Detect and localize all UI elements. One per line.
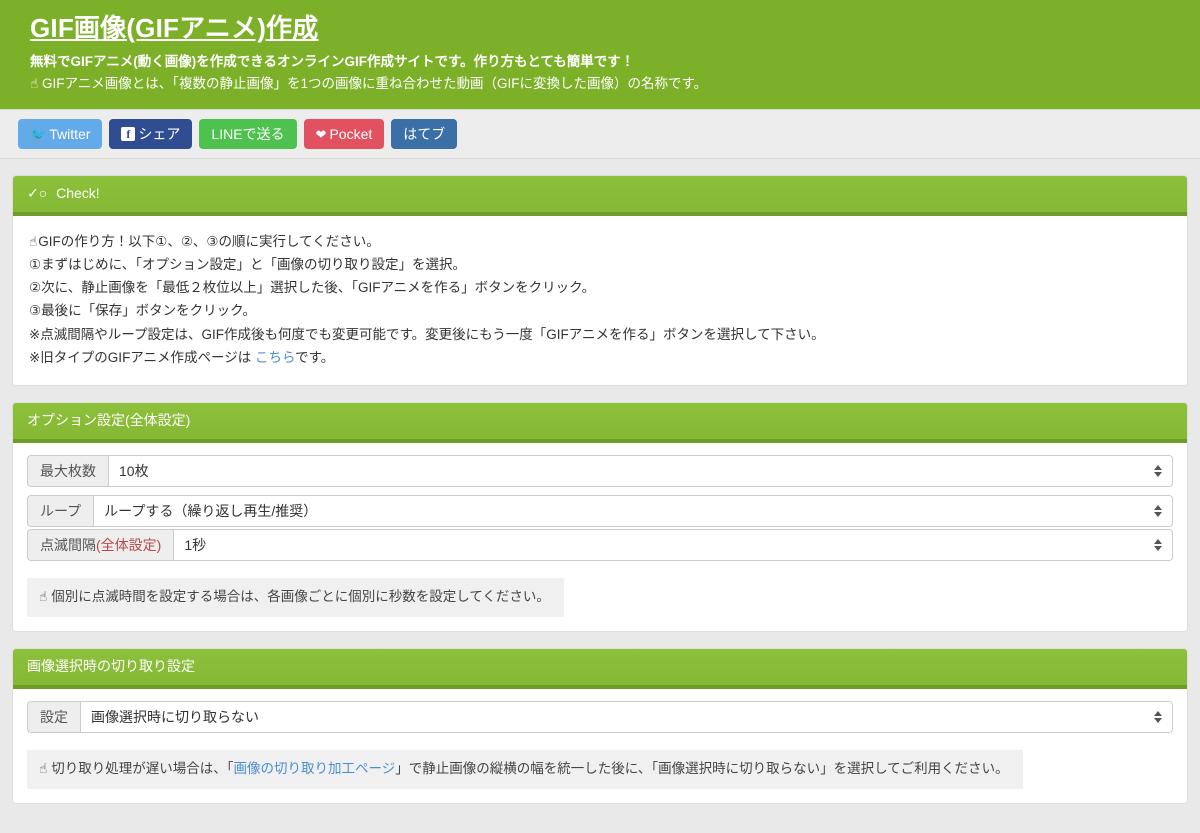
- hand-point-icon: ☝: [29, 233, 38, 249]
- share-button-hatena[interactable]: はてブ: [391, 119, 458, 150]
- site-description: 無料でGIFアニメ(動く画像)を作成できるオンラインGIF作成サイトです。作り方…: [30, 51, 1170, 96]
- site-description-line2-text: GIFアニメ画像とは、「複数の静止画像」を1つの画像に重ね合わせた動画（GIFに…: [42, 75, 708, 91]
- option-settings-title: オプション設定(全体設定): [27, 412, 191, 429]
- blink-interval-value: 1秒: [184, 536, 207, 553]
- twitter-bird-icon: 🐦: [30, 126, 47, 142]
- check-circle-icon: ✓○: [27, 185, 48, 202]
- check-panel: ✓○ Check! ☝GIFの作り方！以下①、②、③の順に実行してください。 ①…: [12, 175, 1188, 387]
- share-button-facebook-label: シェア: [138, 126, 181, 143]
- field-blink-interval: 点滅間隔 (全体設定) 1秒: [27, 528, 1173, 561]
- loop-value: ループする（繰り返し再生/推奨）: [104, 502, 318, 519]
- option-settings-body: 最大枚数 10枚 ループ ループする（繰り返し再生/推奨） 点滅間隔 (全体設定)…: [13, 442, 1187, 632]
- field-blink-interval-label-note: (全体設定): [96, 536, 162, 553]
- old-page-prefix: ※旧タイプのGIFアニメ作成ページは: [29, 349, 256, 365]
- share-button-facebook[interactable]: f シェア: [109, 119, 193, 150]
- option-settings-panel: オプション設定(全体設定) 最大枚数 10枚 ループ ループする（繰り返し再生/…: [12, 402, 1188, 633]
- check-panel-body: ☝GIFの作り方！以下①、②、③の順に実行してください。 ①まずはじめに、「オプ…: [13, 215, 1187, 386]
- check-line: ③最後に「保存」ボタンをクリック。: [29, 303, 257, 319]
- site-description-line2: ☝ GIFアニメ画像とは、「複数の静止画像」を1つの画像に重ね合わせた動画（GI…: [30, 73, 1170, 95]
- share-button-twitter-label: Twitter: [49, 126, 91, 143]
- chevron-updown-icon: [1154, 504, 1162, 517]
- hand-point-icon: ☝: [30, 75, 39, 91]
- max-images-value: 10枚: [119, 462, 149, 479]
- field-loop: ループ ループする（繰り返し再生/推奨）: [27, 494, 1173, 527]
- crop-settings-panel: 画像選択時の切り取り設定 設定 画像選択時に切り取らない ☝ 切り取り処理が遅い場…: [12, 648, 1188, 805]
- facebook-icon: f: [121, 127, 136, 142]
- social-share-bar: 🐦 Twitter f シェア LINEで送る ❤ Pocket はてブ: [0, 109, 1200, 160]
- crop-hint-suffix: 」で静止画像の縦横の幅を統一した後に、「画像選択時に切り取らない」を選択してご利…: [395, 760, 1009, 776]
- loop-select[interactable]: ループする（繰り返し再生/推奨）: [93, 494, 1173, 527]
- site-description-line1: 無料でGIFアニメ(動く画像)を作成できるオンラインGIF作成サイトです。作り方…: [30, 53, 635, 69]
- crop-settings-body: 設定 画像選択時に切り取らない ☝ 切り取り処理が遅い場合は、「画像の切り取り加工…: [13, 688, 1187, 804]
- pocket-icon: ❤: [315, 126, 327, 142]
- chevron-updown-icon: [1154, 464, 1162, 477]
- field-crop-setting-label: 設定: [27, 700, 80, 733]
- check-line: ①まずはじめに、「オプション設定」と「画像の切り取り設定」を選択。: [29, 257, 466, 273]
- crop-setting-select[interactable]: 画像選択時に切り取らない: [80, 700, 1173, 733]
- share-button-pocket[interactable]: ❤ Pocket: [303, 119, 385, 150]
- share-button-twitter[interactable]: 🐦 Twitter: [18, 119, 103, 150]
- crop-settings-header: 画像選択時の切り取り設定: [13, 649, 1187, 689]
- crop-setting-value: 画像選択時に切り取らない: [91, 708, 259, 725]
- crop-hint-prefix: 切り取り処理が遅い場合は、「: [51, 760, 234, 776]
- option-hint-text: 個別に点滅時間を設定する場合は、各画像ごとに個別に秒数を設定してください。: [51, 588, 550, 604]
- check-panel-title: Check!: [56, 185, 100, 202]
- old-page-link[interactable]: こちら: [255, 350, 295, 365]
- check-line: ②次に、静止画像を「最低２枚位以上」選択した後、「GIFアニメを作る」ボタンをク…: [29, 280, 596, 296]
- option-settings-header: オプション設定(全体設定): [13, 403, 1187, 443]
- option-hint: ☝ 個別に点滅時間を設定する場合は、各画像ごとに個別に秒数を設定してください。: [27, 577, 564, 618]
- field-max-images: 最大枚数 10枚: [27, 454, 1173, 487]
- blink-interval-select[interactable]: 1秒: [173, 528, 1173, 561]
- old-page-suffix: です。: [295, 349, 335, 365]
- chevron-updown-icon: [1154, 710, 1162, 723]
- field-blink-interval-label-text: 点滅間隔: [40, 536, 96, 553]
- page-container: ✓○ Check! ☝GIFの作り方！以下①、②、③の順に実行してください。 ①…: [0, 175, 1200, 805]
- share-button-pocket-label: Pocket: [329, 126, 373, 143]
- max-images-select[interactable]: 10枚: [108, 454, 1173, 487]
- field-blink-interval-label: 点滅間隔 (全体設定): [27, 528, 174, 561]
- share-button-line[interactable]: LINEで送る: [199, 119, 297, 150]
- crop-page-link[interactable]: 画像の切り取り加工ページ: [233, 761, 395, 776]
- check-line-text: GIFの作り方！以下①、②、③の順に実行してください。: [38, 233, 380, 249]
- field-crop-setting: 設定 画像選択時に切り取らない: [27, 700, 1173, 733]
- hand-point-icon: ☝: [39, 588, 48, 604]
- hand-point-icon: ☝: [39, 760, 48, 776]
- page-title: GIF画像(GIFアニメ)作成: [30, 13, 319, 43]
- share-button-hatena-label: はてブ: [403, 126, 446, 143]
- check-line-old-page: ※旧タイプのGIFアニメ作成ページは こちらです。: [29, 346, 1171, 369]
- field-max-images-label: 最大枚数: [27, 454, 108, 487]
- crop-hint: ☝ 切り取り処理が遅い場合は、「画像の切り取り加工ページ」で静止画像の縦横の幅を統…: [27, 749, 1023, 790]
- site-header: GIF画像(GIFアニメ)作成 無料でGIFアニメ(動く画像)を作成できるオンラ…: [0, 0, 1200, 110]
- chevron-updown-icon: [1154, 538, 1162, 551]
- check-panel-header: ✓○ Check!: [13, 176, 1187, 216]
- check-line: ☝GIFの作り方！以下①、②、③の順に実行してください。: [29, 230, 1171, 253]
- field-loop-label: ループ: [27, 494, 94, 527]
- check-line: ※点滅間隔やループ設定は、GIF作成後も何度でも変更可能です。変更後にもう一度「…: [29, 326, 825, 342]
- share-button-line-label: LINEで送る: [211, 126, 285, 143]
- crop-settings-title: 画像選択時の切り取り設定: [27, 658, 195, 675]
